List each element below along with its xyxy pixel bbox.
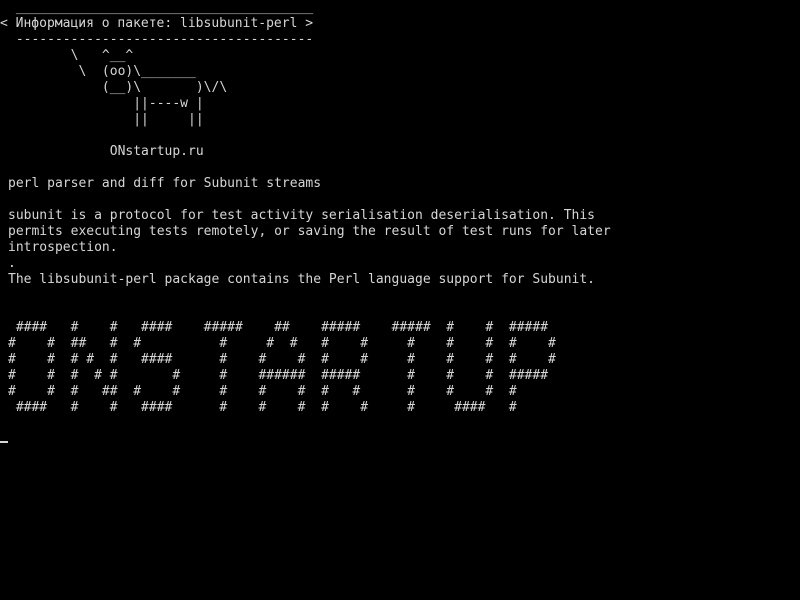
banner-line: # # # # # #### # # # # # # # # # #: [8, 352, 556, 367]
speech-bubble-text: < Информация о пакете: libsubunit-perl >: [0, 16, 314, 31]
banner-line: # # # # # # # ###### ##### # # # #####: [8, 368, 549, 383]
terminal-screen[interactable]: ______________________________________ <…: [0, 0, 800, 600]
package-description-line: The libsubunit-perl package contains the…: [8, 272, 595, 287]
package-description-line: introspection.: [8, 240, 118, 255]
package-description-line: subunit is a protocol for test activity …: [8, 208, 595, 223]
cow-art-line: (__)\ )\/\: [8, 80, 228, 95]
banner-line: #### # # #### ##### ## ##### ##### # # #…: [8, 320, 549, 335]
cow-art-line: \ (oo)\_______: [8, 64, 196, 79]
speech-bubble-bottom-border: --------------------------------------: [8, 32, 314, 47]
cow-art-line: ||----w |: [8, 96, 204, 111]
speech-bubble-top-border: ______________________________________: [8, 0, 314, 15]
cow-art-line: \ ^__^: [8, 48, 134, 63]
banner-line: # # ## # # # # # # # # # # # #: [8, 336, 556, 351]
package-description-line: permits executing tests remotely, or sav…: [8, 224, 611, 239]
package-summary: perl parser and diff for Subunit streams: [8, 176, 322, 191]
banner-line: # # # ## # # # # # # # # # # #: [8, 384, 517, 399]
site-credit: ONstartup.ru: [8, 144, 204, 159]
cow-art-line: || ||: [8, 112, 204, 127]
package-description-line: .: [8, 256, 16, 271]
banner-line: #### # # #### # # # # # # #### #: [8, 400, 517, 415]
text-cursor: [0, 441, 8, 443]
